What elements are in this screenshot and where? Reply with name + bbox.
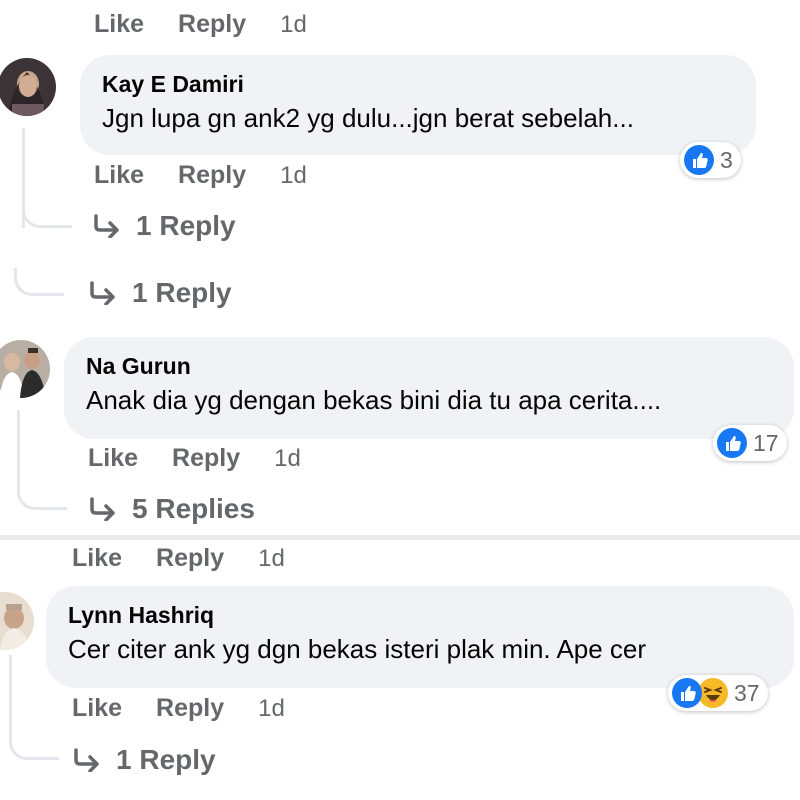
view-replies-link[interactable]: 1 Reply	[72, 744, 216, 776]
reply-arrow-icon	[94, 214, 119, 238]
like-icon	[672, 678, 702, 708]
divider	[0, 535, 800, 540]
reaction-count: 3	[720, 146, 733, 173]
avatar[interactable]	[0, 58, 56, 116]
comment-text: Anak dia yg dengan bekas bini dia tu apa…	[86, 385, 662, 415]
comment-actions: Like Reply 1d	[94, 161, 307, 190]
reply-button[interactable]: Reply	[178, 161, 246, 190]
reply-button[interactable]: Reply	[156, 544, 224, 573]
comment-actions: Like Reply 1d	[94, 10, 307, 39]
comment-author[interactable]: Kay E Damiri	[102, 69, 736, 99]
thread-line	[9, 655, 12, 725]
like-icon	[717, 428, 747, 458]
reply-button[interactable]: Reply	[178, 10, 246, 39]
avatar[interactable]	[0, 340, 50, 398]
comment-author[interactable]: Na Gurun	[86, 351, 774, 381]
haha-icon	[698, 678, 728, 708]
like-button[interactable]: Like	[88, 444, 138, 473]
comment-actions: Like Reply 1d	[72, 694, 285, 723]
thread-curve	[22, 190, 72, 228]
reply-arrow-icon	[90, 281, 115, 305]
reaction-count: 37	[734, 679, 760, 706]
like-button[interactable]: Like	[72, 544, 122, 573]
like-button[interactable]: Like	[94, 161, 144, 190]
comment-text: Cer citer ank yg dgn bekas isteri plak m…	[68, 634, 647, 664]
timestamp[interactable]: 1d	[280, 162, 307, 190]
reaction-summary[interactable]: 3	[680, 142, 741, 178]
view-replies-link[interactable]: 1 Reply	[92, 210, 236, 242]
comment-text: Jgn lupa gn ank2 yg dulu...jgn berat seb…	[102, 103, 634, 133]
comment-actions: Like Reply 1d	[72, 544, 285, 573]
timestamp[interactable]: 1d	[280, 11, 307, 39]
like-button[interactable]: Like	[72, 694, 122, 723]
replies-label[interactable]: 1 Reply	[132, 277, 232, 309]
comment-bubble: Lynn Hashriq Cer citer ank yg dgn bekas …	[46, 586, 794, 688]
like-icon	[684, 145, 714, 175]
thread-curve	[17, 470, 67, 510]
reply-arrow-icon	[90, 497, 115, 521]
reply-arrow-icon	[74, 748, 99, 772]
reaction-summary[interactable]: 17	[713, 425, 787, 461]
reaction-summary[interactable]: 37	[668, 675, 768, 711]
reaction-count: 17	[753, 429, 779, 456]
view-replies-link[interactable]: 1 Reply	[88, 277, 232, 309]
comment-bubble: Na Gurun Anak dia yg dengan bekas bini d…	[64, 337, 794, 439]
comment-actions: Like Reply 1d	[88, 444, 301, 473]
timestamp[interactable]: 1d	[258, 545, 285, 573]
reply-button[interactable]: Reply	[172, 444, 240, 473]
comment-author[interactable]: Lynn Hashriq	[68, 600, 774, 630]
replies-label[interactable]: 1 Reply	[136, 210, 236, 242]
thread-curve	[14, 268, 64, 296]
timestamp[interactable]: 1d	[258, 695, 285, 723]
like-button[interactable]: Like	[94, 10, 144, 39]
view-replies-link[interactable]: 5 Replies	[88, 493, 255, 525]
avatar[interactable]	[0, 592, 34, 650]
replies-label[interactable]: 5 Replies	[132, 493, 255, 525]
replies-label[interactable]: 1 Reply	[116, 744, 216, 776]
timestamp[interactable]: 1d	[274, 445, 301, 473]
thread-curve	[9, 720, 59, 760]
comment-bubble: Kay E Damiri Jgn lupa gn ank2 yg dulu...…	[80, 55, 756, 155]
reply-button[interactable]: Reply	[156, 694, 224, 723]
